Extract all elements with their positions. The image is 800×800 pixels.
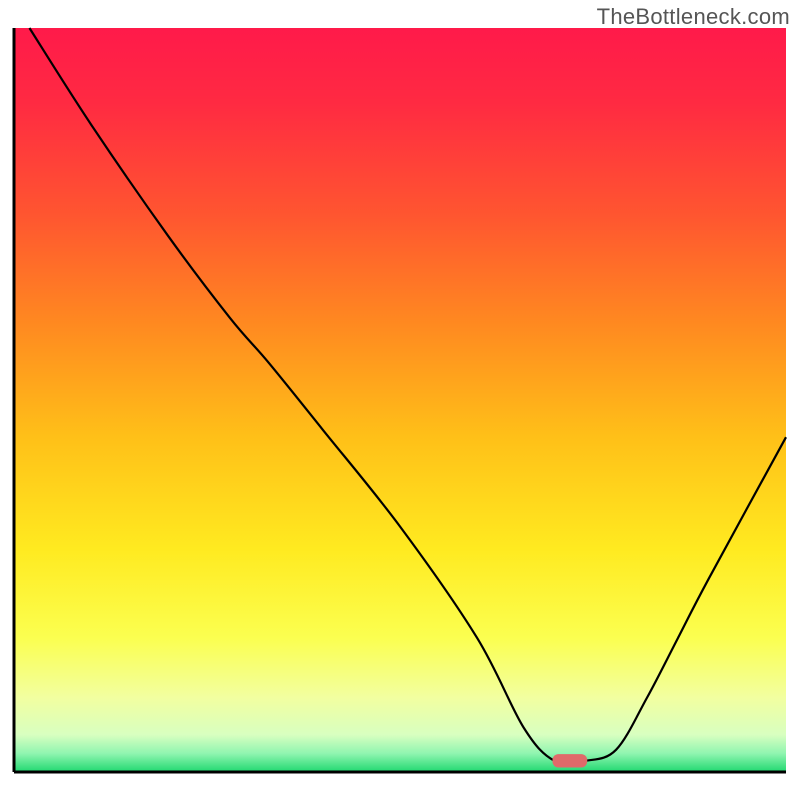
watermark-label: TheBottleneck.com xyxy=(597,4,790,30)
optimum-marker xyxy=(552,754,587,767)
bottleneck-chart xyxy=(0,0,800,800)
chart-background xyxy=(14,28,786,772)
